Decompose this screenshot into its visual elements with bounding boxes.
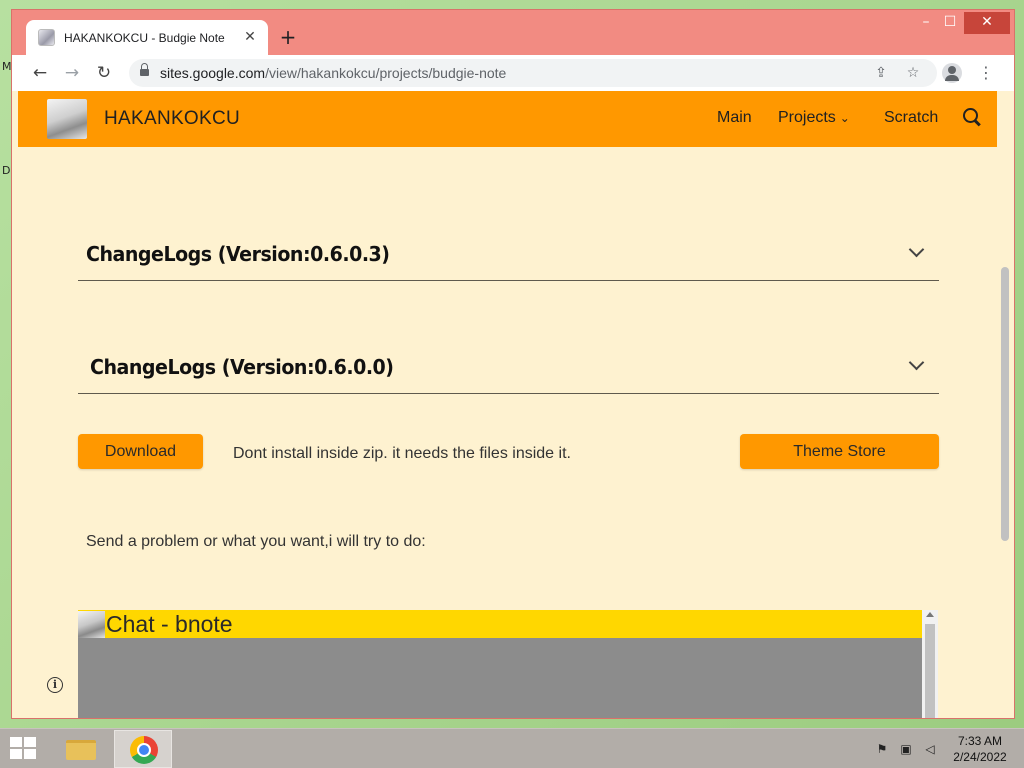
windows-logo-pane	[10, 749, 22, 759]
tab-close-icon[interactable]: ✕	[242, 29, 258, 45]
share-icon[interactable]: ⇪	[871, 63, 891, 83]
changelog-accordion[interactable]: ChangeLogs (Version:0.6.0.0)	[78, 299, 939, 394]
site-name[interactable]: HAKANKOKCU	[104, 108, 240, 130]
tab-budgie-note[interactable]: HAKANKOKCU - Budgie Note ✕	[26, 20, 268, 55]
forward-button[interactable]: →	[60, 61, 84, 85]
nav-main[interactable]: Main	[717, 109, 752, 127]
lock-icon[interactable]	[140, 63, 149, 78]
start-button[interactable]	[10, 737, 38, 761]
page-scroll-thumb[interactable]	[1001, 267, 1009, 541]
volume-muted-icon[interactable]: ◁	[922, 741, 938, 757]
scroll-up-arrow-icon[interactable]	[926, 612, 934, 617]
browser-toolbar: ← → ↻ sites.google.com/view/hakankokcu/p…	[12, 55, 1014, 91]
url-text[interactable]: sites.google.com/view/hakankokcu/project…	[160, 65, 506, 81]
system-clock[interactable]: 7:33 AM 2/24/2022	[948, 733, 1012, 765]
chevron-down-icon[interactable]	[907, 355, 927, 375]
back-button[interactable]: ←	[28, 61, 52, 85]
file-explorer-button[interactable]	[62, 733, 100, 765]
changelog-accordion[interactable]: ChangeLogs (Version:0.6.0.3)	[78, 186, 939, 281]
search-icon[interactable]	[962, 107, 984, 129]
tab-title: HAKANKOKCU - Budgie Note	[64, 30, 225, 45]
theme-store-button[interactable]: Theme Store	[740, 434, 939, 469]
reload-button[interactable]: ↻	[92, 61, 116, 85]
windows-logo-pane	[24, 737, 36, 747]
chat-scroll-thumb[interactable]	[925, 624, 935, 718]
browser-window: HAKANKOKCU - Budgie Note ✕ + – ☐ ✕ ← → ↻…	[11, 9, 1015, 719]
feedback-prompt: Send a problem or what you want,i will t…	[86, 533, 426, 550]
folder-icon	[66, 740, 96, 760]
maximize-button[interactable]: ☐	[934, 12, 966, 34]
bookmark-star-icon[interactable]: ☆	[903, 63, 923, 83]
close-window-button[interactable]: ✕	[964, 12, 1010, 34]
download-button[interactable]: Download	[78, 434, 203, 469]
chevron-down-icon[interactable]	[907, 242, 927, 262]
site-header: HAKANKOKCU Main Projects ⌄ Scratch	[18, 91, 997, 147]
new-tab-button[interactable]: +	[276, 26, 300, 50]
site-logo[interactable]	[47, 99, 87, 139]
address-bar[interactable]: sites.google.com/view/hakankokcu/project…	[129, 59, 937, 87]
favicon-icon	[38, 29, 55, 46]
clock-time: 7:33 AM	[957, 734, 1003, 748]
chat-header: Chat - bnote	[78, 610, 922, 638]
browser-menu-icon[interactable]: ⋮	[978, 61, 994, 85]
chat-avatar	[78, 611, 105, 638]
clock-date: 2/24/2022	[953, 750, 1007, 764]
action-center-flag-icon[interactable]: ⚑	[874, 741, 890, 757]
chevron-down-icon: ⌄	[839, 111, 850, 125]
install-note: Dont install inside zip. it needs the fi…	[233, 445, 571, 462]
taskbar: ⚑ ▣ ◁ 7:33 AM 2/24/2022	[0, 728, 1024, 768]
network-icon[interactable]: ▣	[898, 741, 914, 757]
chrome-icon	[130, 736, 158, 764]
chat-scrollbar[interactable]	[922, 610, 938, 718]
nav-projects-label: Projects	[778, 109, 836, 126]
chat-title: Chat - bnote	[106, 611, 233, 637]
changelog-title: ChangeLogs (Version:0.6.0.0)	[90, 355, 394, 379]
changelog-title: ChangeLogs (Version:0.6.0.3)	[86, 242, 390, 266]
nav-projects[interactable]: Projects ⌄	[778, 109, 850, 127]
page-viewport: HAKANKOKCU Main Projects ⌄ Scratch Change…	[12, 91, 1014, 718]
nav-scratch[interactable]: Scratch	[884, 109, 938, 127]
windows-logo-pane	[24, 749, 36, 759]
chat-embed[interactable]: Chat - bnote	[78, 610, 938, 718]
profile-avatar-icon[interactable]	[942, 63, 962, 83]
desktop-icon-label: D	[2, 164, 11, 177]
page-scrollbar[interactable]	[998, 91, 1014, 718]
chrome-taskbar-button[interactable]	[114, 730, 172, 768]
windows-logo-pane	[10, 737, 22, 747]
info-icon[interactable]: i	[47, 677, 63, 693]
tab-strip: HAKANKOKCU - Budgie Note ✕ + – ☐ ✕	[12, 10, 1014, 55]
